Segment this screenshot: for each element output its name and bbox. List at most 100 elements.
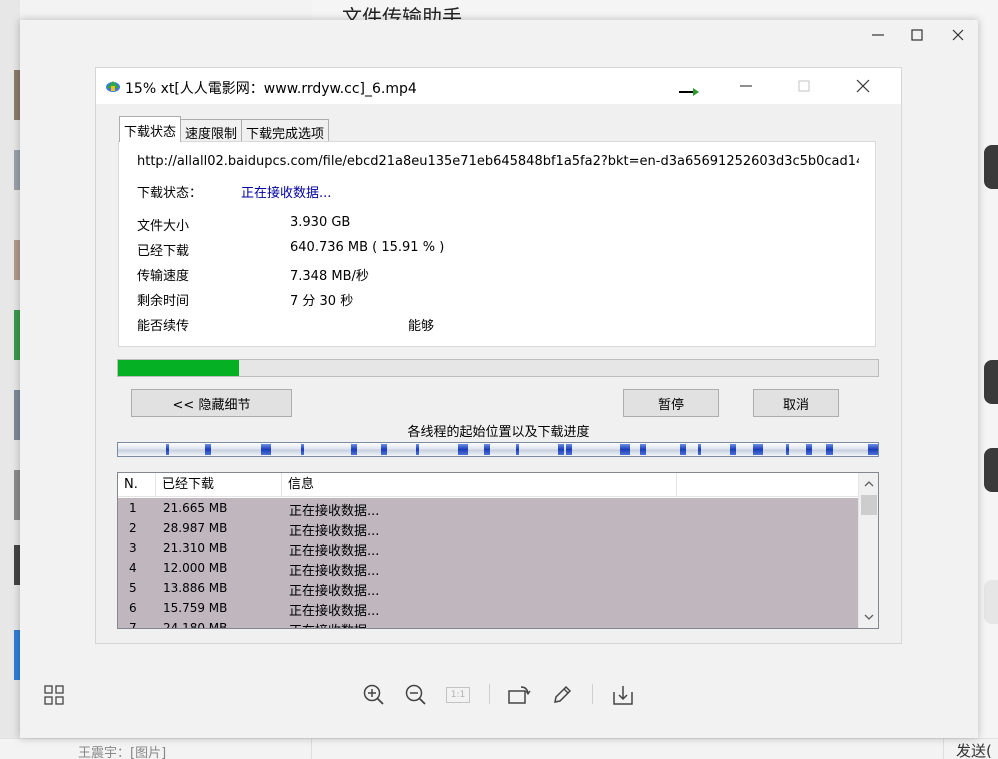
chat-title: 文件传输助手 (342, 5, 462, 20)
transfer-speed-label: 传输速度 (137, 269, 190, 284)
maximize-icon (798, 80, 810, 92)
grid-view-button[interactable] (41, 682, 67, 708)
thread-segment (416, 444, 419, 455)
minimize-icon (872, 34, 884, 36)
download-icon (613, 686, 633, 705)
downloaded-value: 640.736 MB ( 15.91 % ) (290, 240, 445, 255)
table-row[interactable]: 2 28.987 MB 正在接收数据... (118, 518, 858, 539)
zoom-in-icon (363, 684, 384, 705)
download-status-panel: http://allall02.baidupcs.com/file/ebcd21… (118, 141, 876, 347)
avatar[interactable] (984, 145, 998, 189)
thread-segment (753, 444, 763, 455)
tab-speed-limit[interactable]: 速度限制 (180, 119, 243, 142)
column-header-number[interactable]: N. (118, 473, 156, 497)
send-button[interactable]: 发送( (956, 740, 992, 759)
status-label: 下载状态： (137, 186, 203, 201)
avatar[interactable] (984, 360, 998, 404)
cancel-button[interactable]: 取消 (753, 389, 839, 417)
download-progress-bar (117, 359, 879, 377)
chevron-up-icon (864, 481, 874, 487)
dialog-close-button[interactable] (848, 76, 878, 96)
thread-segment (640, 444, 646, 455)
file-size-label: 文件大小 (137, 219, 190, 234)
table-row[interactable]: 3 21.310 MB 正在接收数据... (118, 538, 858, 559)
thread-downloaded: 13.886 MB (163, 581, 228, 595)
toolbar-separator (592, 684, 593, 704)
threads-caption: 各线程的起始位置以及下载进度 (407, 425, 590, 440)
divider (943, 738, 944, 759)
zoom-out-icon (405, 684, 426, 705)
thread-segment (830, 444, 833, 455)
download-button[interactable] (610, 682, 636, 708)
resume-support-label: 能否续传 (137, 319, 190, 334)
toolbar-separator (489, 684, 490, 704)
thread-segment (301, 444, 304, 455)
thread-info: 正在接收数据... (289, 544, 380, 559)
thread-list-header: N. 已经下载 信息 (118, 473, 858, 497)
zoom-in-button[interactable] (361, 682, 387, 708)
thread-downloaded: 21.310 MB (163, 541, 228, 555)
rotate-icon (508, 686, 531, 704)
thread-list-body: 1 21.665 MB 正在接收数据... 2 28.987 MB 正在接收数据… (118, 498, 858, 629)
thread-segment (205, 444, 211, 455)
divider (311, 738, 312, 759)
thread-number: 2 (129, 521, 137, 535)
thread-number: 5 (129, 581, 137, 595)
downloaded-label: 已经下载 (137, 244, 190, 259)
zoom-out-button[interactable] (403, 682, 429, 708)
table-row[interactable]: 7 24.180 MB 正在接收数据... (118, 618, 858, 629)
actual-size-button[interactable]: 1:1 (445, 682, 471, 708)
thread-segment (381, 444, 387, 455)
thread-segment (698, 444, 701, 455)
edit-button[interactable] (549, 682, 575, 708)
thread-segment (558, 444, 564, 455)
thread-info: 正在接收数据... (289, 524, 380, 539)
dialog-title-bar: 15% xt[人人電影网：www.rrdyw.cc]_6.mp4 (96, 68, 901, 104)
table-row[interactable]: 1 21.665 MB 正在接收数据... (118, 498, 858, 519)
resume-support-value: 能够 (408, 319, 435, 334)
time-left-value: 7 分 30 秒 (290, 294, 354, 309)
scroll-up-button[interactable] (859, 475, 878, 493)
thread-segment (680, 444, 686, 455)
thread-number: 6 (129, 601, 137, 615)
hide-details-button[interactable]: << 隐藏细节 (131, 389, 292, 417)
tab-completion-options[interactable]: 下载完成选项 (241, 119, 330, 142)
thread-list-scrollbar[interactable] (858, 473, 878, 628)
thread-number: 7 (129, 621, 137, 629)
maximize-icon (911, 29, 923, 41)
pause-button[interactable]: 暂停 (623, 389, 719, 417)
table-row[interactable]: 4 12.000 MB 正在接收数据... (118, 558, 858, 579)
thread-number: 1 (129, 501, 137, 515)
viewer-close-button[interactable] (943, 24, 973, 46)
thread-number: 4 (129, 561, 137, 575)
progress-fill (118, 360, 239, 376)
time-left-label: 剩余时间 (137, 294, 190, 309)
rotate-button[interactable] (506, 682, 532, 708)
thread-segment (730, 444, 736, 455)
edit-icon (554, 685, 572, 703)
close-icon (856, 79, 870, 93)
viewer-maximize-button[interactable] (902, 24, 932, 46)
thread-segment (484, 444, 490, 455)
scroll-thumb[interactable] (861, 495, 877, 515)
thread-info: 正在接收数据... (289, 620, 379, 628)
table-row[interactable]: 6 15.759 MB 正在接收数据... (118, 598, 858, 619)
thread-segment (566, 444, 572, 455)
actual-size-icon: 1:1 (446, 687, 470, 703)
thread-downloaded: 12.000 MB (163, 561, 228, 575)
thread-downloaded: 21.665 MB (163, 501, 228, 515)
column-header-info[interactable]: 信息 (282, 473, 677, 497)
dialog-minimize-button[interactable] (731, 76, 761, 96)
dialog-tabs: 下载状态 速度限制 下载完成选项 (119, 116, 330, 142)
tab-download-status[interactable]: 下载状态 (119, 116, 182, 142)
viewer-minimize-button[interactable] (863, 24, 893, 46)
threads-progress-bar (117, 442, 879, 457)
scroll-down-button[interactable] (859, 608, 878, 626)
chevron-down-icon (864, 614, 874, 620)
table-row[interactable]: 5 13.886 MB 正在接收数据... (118, 578, 858, 599)
column-header-downloaded[interactable]: 已经下载 (156, 473, 282, 497)
thread-info: 正在接收数据... (289, 584, 380, 599)
download-dialog: 15% xt[人人電影网：www.rrdyw.cc]_6.mp4 下载状态 速度… (95, 67, 902, 644)
avatar[interactable] (984, 448, 998, 492)
thread-segment (806, 444, 812, 455)
